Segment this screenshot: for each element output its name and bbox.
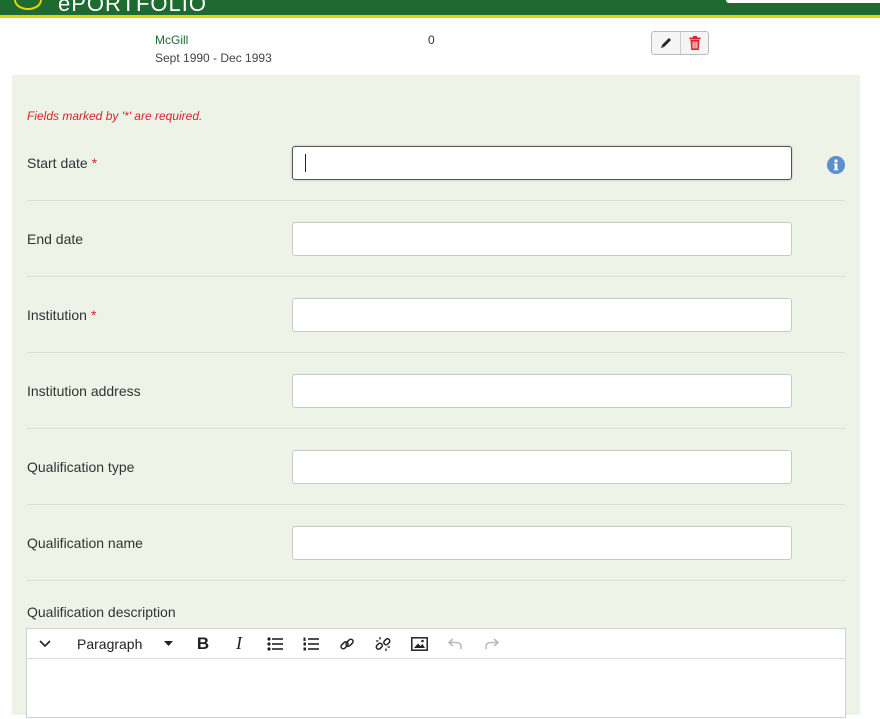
end-date-label: End date — [27, 231, 84, 247]
image-icon — [410, 636, 428, 651]
required-marker: * — [91, 155, 98, 171]
toggle-toolbar-button[interactable] — [27, 629, 63, 659]
start-date-row: Start date * — [27, 125, 845, 201]
editor-content-area[interactable] — [27, 659, 845, 719]
unlink-icon — [375, 636, 391, 651]
logo-icon[interactable] — [14, 0, 42, 10]
format-select-value: Paragraph — [77, 635, 143, 652]
qualification-type-row: Qualification type — [27, 429, 845, 505]
info-glyph-icon — [833, 159, 839, 171]
institution-input[interactable] — [292, 298, 792, 332]
bullet-list-button[interactable] — [257, 629, 293, 659]
text-caret — [305, 154, 306, 172]
qualification-name-label: Qualification name — [27, 535, 143, 551]
search-input[interactable] — [726, 0, 880, 3]
trash-icon — [689, 36, 700, 50]
bullet-list-icon — [267, 636, 283, 651]
editor-toolbar: Paragraph B I — [27, 629, 845, 659]
start-date-label: Start date * — [27, 155, 97, 171]
pencil-icon — [661, 38, 671, 48]
end-date-input[interactable] — [292, 222, 792, 256]
app-title[interactable]: ePORTFOLIO — [58, 0, 207, 15]
unlink-button[interactable] — [365, 629, 401, 659]
institution-label: Institution * — [27, 307, 96, 323]
institution-address-row: Institution address — [27, 353, 845, 429]
institution-label-text: Institution — [27, 307, 87, 323]
required-marker: * — [90, 307, 97, 323]
start-date-input[interactable] — [292, 146, 792, 180]
start-date-label-text: Start date — [27, 155, 88, 171]
qualification-name-row: Qualification name — [27, 505, 845, 581]
end-date-row: End date — [27, 201, 845, 277]
format-select[interactable]: Paragraph — [63, 629, 185, 659]
education-form: Fields marked by '*' are required. Start… — [12, 75, 860, 718]
qualification-description-label: Qualification description — [27, 604, 176, 620]
institution-row: Institution * — [27, 277, 845, 353]
bold-button[interactable]: B — [185, 629, 221, 659]
row-actions — [651, 31, 709, 55]
edit-button[interactable] — [652, 32, 680, 54]
image-button[interactable] — [401, 629, 437, 659]
undo-button[interactable] — [437, 629, 473, 659]
info-icon[interactable] — [827, 156, 845, 174]
link-icon — [340, 637, 354, 649]
institution-link[interactable]: McGill — [155, 33, 188, 47]
chevron-down-icon — [39, 639, 51, 647]
institution-address-label: Institution address — [27, 383, 141, 399]
redo-icon — [484, 637, 499, 649]
caret-down-icon — [164, 640, 173, 646]
bold-icon: B — [196, 633, 210, 653]
redo-button[interactable] — [473, 629, 509, 659]
institution-address-input[interactable] — [292, 374, 792, 408]
qualification-type-label: Qualification type — [27, 459, 135, 475]
qualification-name-input[interactable] — [292, 526, 792, 560]
education-list-row: McGill Sept 1990 - Dec 1993 0 — [0, 21, 880, 75]
italic-button[interactable]: I — [221, 629, 257, 659]
delete-button[interactable] — [680, 32, 708, 54]
attachment-count: 0 — [428, 33, 435, 47]
numbered-list-icon — [303, 637, 319, 650]
undo-icon — [447, 637, 462, 649]
link-button[interactable] — [329, 629, 365, 659]
rich-text-editor: Paragraph B I — [26, 628, 846, 718]
italic-icon: I — [236, 633, 242, 653]
required-fields-note: Fields marked by '*' are required. — [27, 109, 203, 123]
app-header: ePORTFOLIO — [0, 0, 880, 18]
entry-dates: Sept 1990 - Dec 1993 — [155, 51, 272, 65]
numbered-list-button[interactable] — [293, 629, 329, 659]
qualification-type-input[interactable] — [292, 450, 792, 484]
